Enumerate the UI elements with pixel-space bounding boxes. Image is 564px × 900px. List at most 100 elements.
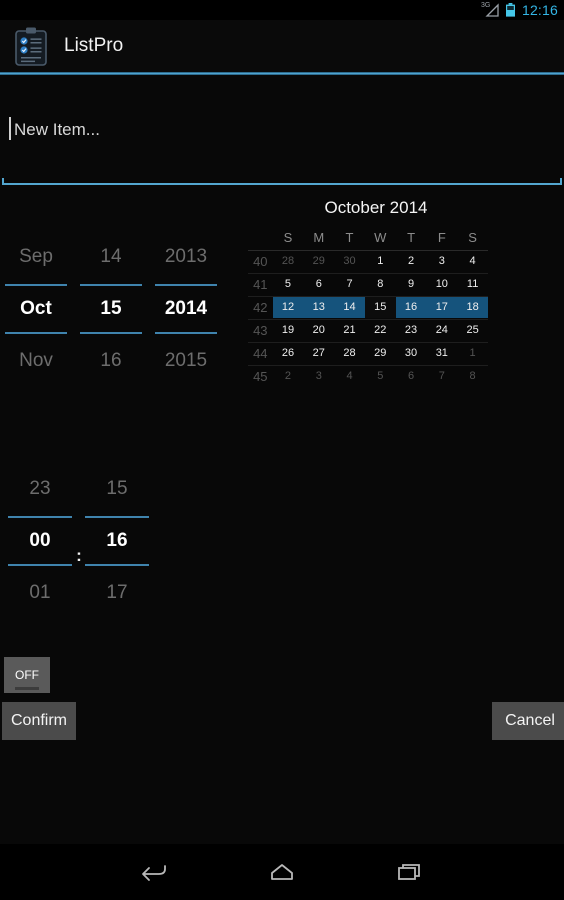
calendar-week-row: 40 28 29 30 1 2 3 4 xyxy=(248,250,488,272)
hour-prev-value[interactable]: 23 xyxy=(8,470,72,508)
back-arrow-icon[interactable] xyxy=(131,855,177,889)
calendar-day-cell[interactable]: 20 xyxy=(303,319,334,341)
calendar-day-cell[interactable]: 2 xyxy=(396,250,427,272)
hour-current-value[interactable]: 00 xyxy=(8,526,72,556)
month-current-value[interactable]: Oct xyxy=(5,294,67,324)
confirm-button[interactable]: Confirm xyxy=(2,702,76,740)
day-prev-value[interactable]: 14 xyxy=(80,238,142,276)
calendar-body[interactable]: 40 28 29 30 1 2 3 4 41 5 6 7 8 9 10 11 42 12 13 14 15 16 17 18 4… xyxy=(248,250,488,387)
calendar-day-cell[interactable]: 24 xyxy=(426,319,457,341)
calendar-day-cell[interactable]: 21 xyxy=(334,319,365,341)
hour-next-value[interactable]: 01 xyxy=(8,574,72,612)
calendar-day-cell[interactable]: 30 xyxy=(396,342,427,364)
app-title-bar: ListPro xyxy=(0,20,564,72)
minute-prev-value[interactable]: 15 xyxy=(85,470,149,508)
app-name-label: ListPro xyxy=(64,35,124,56)
calendar-day-cell[interactable]: 5 xyxy=(365,365,396,387)
week-number-cell: 43 xyxy=(253,322,268,338)
calendar-day-cell[interactable]: 4 xyxy=(334,365,365,387)
minute-current-value[interactable]: 16 xyxy=(85,526,149,556)
calendar-day-cell[interactable]: 19 xyxy=(273,319,304,341)
time-separator: : xyxy=(76,546,82,565)
calendar-day-cell[interactable]: 4 xyxy=(457,250,488,272)
status-bar-clock: 12:16 xyxy=(521,2,558,18)
calendar-day-cell[interactable]: 13 xyxy=(303,296,335,318)
recent-apps-icon[interactable] xyxy=(387,855,433,889)
calendar-month-title: October 2014 xyxy=(324,198,428,217)
calendar-day-cell[interactable]: 27 xyxy=(303,342,334,364)
calendar-day-cell[interactable]: 31 xyxy=(426,342,457,364)
hour-divider-bottom xyxy=(8,564,72,566)
calendar-day-cell[interactable]: 16 xyxy=(395,296,427,318)
alarm-toggle-button[interactable]: OFF xyxy=(4,657,50,693)
calendar-day-cell[interactable]: 29 xyxy=(365,342,396,364)
time-picker-spinner[interactable]: 23 00 01 : 15 16 17 xyxy=(0,470,170,620)
new-item-input[interactable]: New Item... xyxy=(0,76,564,188)
month-next-value[interactable]: Nov xyxy=(5,342,67,380)
date-picker-spinner[interactable]: Sep Oct Nov 14 15 16 2013 2014 2015 xyxy=(0,238,232,388)
calendar-day-cell[interactable]: 30 xyxy=(334,250,365,272)
calendar-week-row: 45 2 3 4 5 6 7 8 xyxy=(248,365,488,387)
month-divider-bottom xyxy=(5,332,67,334)
calendar-day-cell[interactable]: 7 xyxy=(426,365,457,387)
calendar-day-cell[interactable]: 22 xyxy=(365,319,396,341)
home-icon[interactable] xyxy=(259,855,305,889)
calendar-day-cell[interactable]: 7 xyxy=(334,273,365,295)
calendar-day-cell[interactable]: 11 xyxy=(457,273,488,295)
calendar-day-cell[interactable]: 1 xyxy=(457,342,488,364)
calendar-day-cell[interactable]: 8 xyxy=(365,273,396,295)
toggle-thumb-indicator xyxy=(15,687,39,690)
calendar-view[interactable]: October 2014 S M T W T F S 40 28 29 30 1 2 3 4 4… xyxy=(248,198,488,387)
calendar-day-cell[interactable]: 6 xyxy=(303,273,334,295)
year-divider-bottom xyxy=(155,332,217,334)
calendar-day-cell[interactable]: 1 xyxy=(365,250,396,272)
calendar-day-cell[interactable]: 10 xyxy=(426,273,457,295)
calendar-day-cell[interactable]: 9 xyxy=(396,273,427,295)
calendar-day-cell[interactable]: 25 xyxy=(457,319,488,341)
calendar-day-cell[interactable]: 23 xyxy=(396,319,427,341)
year-spinner[interactable]: 2013 2014 2015 xyxy=(155,238,217,380)
day-header-0: S xyxy=(283,230,293,245)
cancel-button[interactable]: Cancel xyxy=(492,702,564,740)
calendar-day-cell[interactable]: 29 xyxy=(303,250,334,272)
calendar-day-cell[interactable]: 5 xyxy=(273,273,304,295)
alarm-toggle-label: OFF xyxy=(15,668,39,682)
day-divider-bottom xyxy=(80,332,142,334)
clipboard-list-icon xyxy=(12,26,50,66)
calendar-day-cell[interactable]: 2 xyxy=(273,365,304,387)
calendar-day-cell[interactable]: 26 xyxy=(273,342,304,364)
year-current-value[interactable]: 2014 xyxy=(155,294,217,324)
calendar-day-cell[interactable]: 18 xyxy=(457,296,488,318)
hour-spinner[interactable]: 23 00 01 xyxy=(8,470,72,612)
calendar-day-cell[interactable]: 6 xyxy=(396,365,427,387)
year-next-value[interactable]: 2015 xyxy=(155,342,217,380)
calendar-day-cell[interactable]: 12 xyxy=(272,296,304,318)
calendar-day-cell[interactable]: 28 xyxy=(334,342,365,364)
day-spinner[interactable]: 14 15 16 xyxy=(80,238,142,380)
week-number-cell: 42 xyxy=(253,299,268,315)
week-number-cell: 45 xyxy=(253,368,268,384)
month-divider-top xyxy=(5,284,67,286)
calendar-day-cell[interactable]: 28 xyxy=(273,250,304,272)
day-divider-top xyxy=(80,284,142,286)
calendar-day-cell[interactable]: 15 xyxy=(364,296,396,318)
hour-divider-top xyxy=(8,516,72,518)
year-prev-value[interactable]: 2013 xyxy=(155,238,217,276)
month-prev-value[interactable]: Sep xyxy=(5,238,67,276)
month-spinner[interactable]: Sep Oct Nov xyxy=(5,238,67,380)
day-header-4: T xyxy=(407,230,416,245)
calendar-day-cell[interactable]: 17 xyxy=(426,296,458,318)
day-current-value[interactable]: 15 xyxy=(80,294,142,324)
calendar-week-row: 41 5 6 7 8 9 10 11 xyxy=(248,273,488,295)
battery-icon xyxy=(505,3,516,17)
calendar-day-cell[interactable]: 3 xyxy=(426,250,457,272)
calendar-day-cell[interactable]: 14 xyxy=(334,296,365,318)
minute-spinner[interactable]: 15 16 17 xyxy=(85,470,149,612)
day-next-value[interactable]: 16 xyxy=(80,342,142,380)
network-type-label: 3G xyxy=(480,2,491,9)
status-bar: 3G 12:16 xyxy=(0,0,564,20)
minute-next-value[interactable]: 17 xyxy=(85,574,149,612)
calendar-day-cell[interactable]: 8 xyxy=(457,365,488,387)
calendar-grid[interactable]: S M T W T F S 40 28 29 30 1 2 3 4 41 5 6 7 8 9 10 11 42 1… xyxy=(248,230,488,387)
calendar-day-cell[interactable]: 3 xyxy=(303,365,334,387)
